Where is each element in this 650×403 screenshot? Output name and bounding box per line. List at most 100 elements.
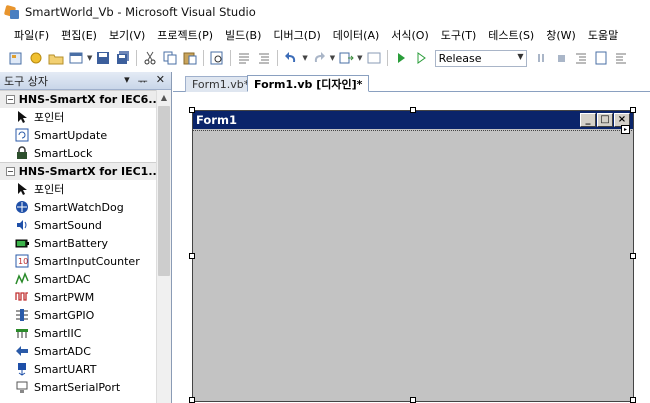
pin-icon[interactable]: ᅲ [138, 73, 148, 89]
scroll-up-icon[interactable]: ▲ [157, 90, 171, 105]
comment-icon[interactable] [236, 50, 252, 66]
window-position-dropdown-icon[interactable]: ▾ [124, 73, 130, 89]
bookmark-icon[interactable] [593, 50, 609, 66]
window-layout-icon[interactable] [366, 50, 382, 66]
undo-icon[interactable] [283, 50, 299, 66]
find-icon[interactable] [209, 50, 225, 66]
collapse-icon[interactable]: − [6, 95, 15, 104]
menu-test[interactable]: 테스트(S) [482, 27, 540, 43]
menu-file[interactable]: 파일(F) [8, 27, 55, 43]
menu-format[interactable]: 서식(O) [385, 27, 434, 43]
toolbar-separator [386, 50, 388, 66]
save-icon[interactable] [95, 50, 111, 66]
menu-edit[interactable]: 편집(E) [55, 27, 103, 43]
menu-view[interactable]: 보기(V) [103, 27, 151, 43]
tab-form1-design[interactable]: Form1.vb [디자인]* [247, 75, 370, 92]
menu-help[interactable]: 도움말 [582, 27, 624, 43]
tab-form1-code[interactable]: Form1.vb* [185, 76, 257, 92]
toolbox-item-smartlock[interactable]: SmartLock [0, 144, 156, 162]
collapse-icon[interactable]: − [6, 167, 15, 176]
toolbox-item-smartiic[interactable]: SmartIIC [0, 324, 156, 342]
stop-debugging-icon[interactable] [553, 50, 569, 66]
document-area: Form1.vb* Form1.vb [디자인]* Form1 _ □ × ▸ [173, 72, 650, 403]
item-label: SmartADC [34, 344, 91, 358]
paste-icon[interactable] [182, 50, 198, 66]
dac-icon [15, 272, 29, 286]
resize-handle-left[interactable] [189, 253, 195, 259]
indent-icon[interactable] [573, 50, 589, 66]
save-all-icon[interactable] [115, 50, 131, 66]
resize-handle-bottom-left[interactable] [189, 397, 195, 403]
toolbox-item-smartsound[interactable]: SmartSound [0, 216, 156, 234]
cut-icon[interactable] [142, 50, 158, 66]
toolbox-item-smartpwm[interactable]: SmartPWM [0, 288, 156, 306]
toolbox-item-smartinputcounter[interactable]: 10 SmartInputCounter [0, 252, 156, 270]
resize-handle-top[interactable] [410, 107, 416, 113]
resize-handle-top-left[interactable] [189, 107, 195, 113]
toolbar-separator [230, 50, 232, 66]
menu-tools[interactable]: 도구(T) [435, 27, 483, 43]
resize-handle-bottom[interactable] [410, 397, 416, 403]
add-item-icon[interactable] [28, 50, 44, 66]
toolbox-item-pointer[interactable]: 포인터 [0, 108, 156, 126]
resize-handle-right[interactable] [630, 253, 636, 259]
toolbox-group-header[interactable]: − HNS-SmartX for IEC1... [0, 162, 156, 180]
form-title-bar[interactable]: Form1 _ □ × [193, 111, 633, 129]
item-label: SmartWatchDog [34, 200, 124, 214]
form-title: Form1 [196, 113, 237, 127]
toolbox-item-smartuart[interactable]: SmartUART [0, 360, 156, 378]
resize-handle-top-right[interactable] [630, 107, 636, 113]
close-panel-icon[interactable]: ✕ [156, 73, 165, 89]
item-label: SmartBattery [34, 236, 108, 250]
toolbox-item-smartwatchdog[interactable]: SmartWatchDog [0, 198, 156, 216]
toolbox-item-smartserialport[interactable]: SmartSerialPort [0, 378, 156, 396]
navigate-icon[interactable] [338, 50, 354, 66]
scrollbar-thumb[interactable] [158, 106, 170, 276]
toolbar-separator [277, 50, 279, 66]
break-all-icon[interactable] [533, 50, 549, 66]
menu-window[interactable]: 창(W) [540, 27, 582, 43]
toolbox-item-smartadc[interactable]: SmartADC [0, 342, 156, 360]
resize-handle-bottom-right[interactable] [630, 397, 636, 403]
window-title: SmartWorld_Vb - Microsoft Visual Studio [25, 5, 256, 19]
toolbox-item-pointer[interactable]: 포인터 [0, 180, 156, 198]
toolbox-list: − HNS-SmartX for IEC6... 포인터 SmartUpdate… [0, 90, 156, 403]
solution-configuration-select[interactable]: Release ▼ [434, 49, 527, 67]
smart-tag-icon[interactable]: ▸ [621, 125, 630, 134]
pointer-icon [15, 110, 29, 124]
toolbox-scrollbar[interactable]: ▲ [156, 90, 171, 403]
item-label: SmartLock [34, 146, 93, 160]
dropdown-arrow-icon[interactable]: ▼ [87, 54, 92, 62]
start-without-debugging-icon[interactable] [413, 50, 429, 66]
new-project-icon[interactable] [8, 50, 24, 66]
copy-icon[interactable] [162, 50, 178, 66]
undo-dropdown-icon[interactable]: ▼ [302, 54, 307, 62]
start-debugging-icon[interactable] [393, 50, 409, 66]
lock-icon [15, 146, 29, 160]
uncomment-icon[interactable] [256, 50, 272, 66]
menu-project[interactable]: 프로젝트(P) [151, 27, 219, 43]
outdent-icon[interactable] [613, 50, 629, 66]
designer-form[interactable]: Form1 _ □ × [192, 110, 634, 402]
toolbox-item-smartbattery[interactable]: SmartBattery [0, 234, 156, 252]
toolbox-item-smartdac[interactable]: SmartDAC [0, 270, 156, 288]
window-icon[interactable] [68, 50, 84, 66]
toolbox-item-smartgpio[interactable]: SmartGPIO [0, 306, 156, 324]
open-folder-icon[interactable] [48, 50, 64, 66]
minimize-icon[interactable]: _ [580, 113, 596, 127]
item-label: SmartSerialPort [34, 380, 121, 394]
menu-data[interactable]: 데이터(A) [327, 27, 385, 43]
maximize-icon[interactable]: □ [597, 113, 613, 127]
menu-build[interactable]: 빌드(B) [219, 27, 267, 43]
document-tabs: Form1.vb* Form1.vb [디자인]* [173, 72, 650, 92]
item-label: SmartPWM [34, 290, 95, 304]
item-label: SmartSound [34, 218, 102, 232]
redo-dropdown-icon[interactable]: ▼ [330, 54, 335, 62]
navigate-dropdown-icon[interactable]: ▼ [357, 54, 362, 62]
menu-debug[interactable]: 디버그(D) [267, 27, 326, 43]
counter-icon: 10 [15, 254, 29, 268]
visual-studio-icon [4, 4, 20, 20]
redo-icon[interactable] [311, 50, 327, 66]
toolbox-group-header[interactable]: − HNS-SmartX for IEC6... [0, 90, 156, 108]
toolbox-item-smartupdate[interactable]: SmartUpdate [0, 126, 156, 144]
